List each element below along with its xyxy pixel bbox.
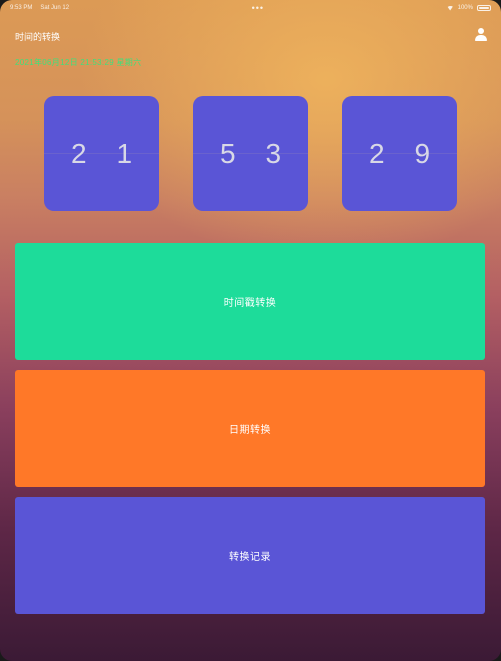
page-title: 时间的转换 (15, 32, 61, 42)
multitasking-dots-icon[interactable]: ••• (252, 4, 264, 13)
app-screen: 9:53 PM Sat Jun 12 ••• 100% 时间的转换 2021年0… (0, 0, 501, 661)
profile-icon-head (478, 28, 484, 34)
clock-digit: 9 (414, 137, 431, 169)
status-left: 9:53 PM Sat Jun 12 (10, 5, 69, 11)
status-bar: 9:53 PM Sat Jun 12 ••• 100% (0, 0, 501, 16)
battery-icon (476, 5, 491, 11)
status-time: 9:53 PM (10, 5, 33, 11)
clock-digit: 2 (70, 137, 87, 169)
status-date: Sat Jun 12 (40, 5, 70, 11)
clock-card-seconds: 2 9 (342, 96, 457, 211)
clock-digit: 5 (219, 137, 236, 169)
status-right: 100% (446, 5, 491, 11)
flip-clock: 2 1 5 3 2 9 (44, 96, 457, 211)
clock-digit: 1 (116, 137, 133, 169)
current-datetime: 2021年06月12日 21:53:29 星期六 (15, 58, 142, 67)
convert-history-button[interactable]: 转换记录 (15, 497, 485, 614)
clock-digit: 2 (368, 137, 385, 169)
clock-digit: 3 (265, 137, 282, 169)
profile-icon[interactable] (475, 28, 487, 42)
wifi-icon (446, 5, 454, 11)
profile-icon-body (475, 35, 487, 41)
clock-card-hours: 2 1 (44, 96, 159, 211)
clock-card-minutes: 5 3 (193, 96, 308, 211)
date-convert-button[interactable]: 日期转换 (15, 370, 485, 487)
timestamp-convert-button[interactable]: 时间戳转换 (15, 243, 485, 360)
battery-percent: 100% (457, 5, 473, 11)
